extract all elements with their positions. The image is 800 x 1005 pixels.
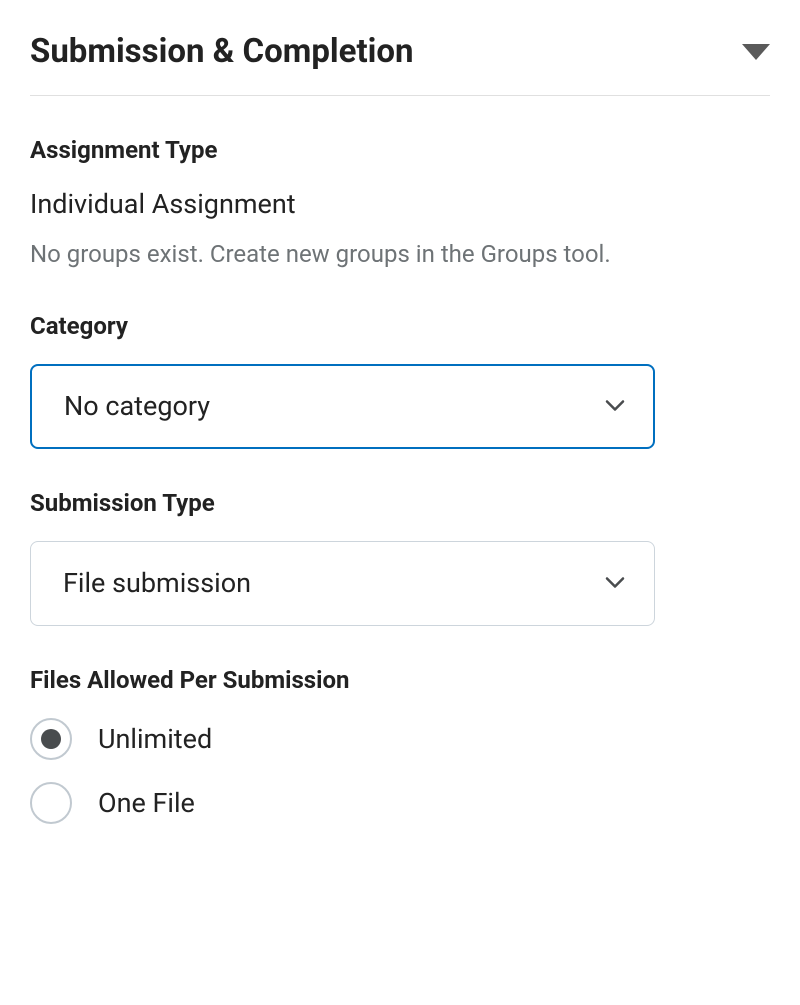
section-header[interactable]: Submission & Completion [30,32,770,96]
category-select-value: No category [64,390,210,422]
assignment-type-hint: No groups exist. Create new groups in th… [30,238,770,272]
radio-icon [30,782,72,824]
files-allowed-group: Files Allowed Per Submission Unlimited O… [30,666,770,824]
assignment-type-label: Assignment Type [30,136,770,164]
submission-type-group: Submission Type File submission [30,489,770,626]
category-label: Category [30,312,770,340]
radio-option-one-file[interactable]: One File [30,782,770,824]
submission-type-select[interactable]: File submission [30,541,655,626]
category-select[interactable]: No category [30,364,655,449]
assignment-type-value: Individual Assignment [30,188,770,220]
submission-type-select-wrapper: File submission [30,541,655,626]
files-allowed-radio-group: Unlimited One File [30,718,770,824]
category-select-wrapper: No category [30,364,655,449]
category-group: Category No category [30,312,770,449]
radio-option-unlimited[interactable]: Unlimited [30,718,770,760]
submission-type-label: Submission Type [30,489,770,517]
submission-type-select-value: File submission [63,567,251,599]
radio-label-unlimited: Unlimited [98,723,212,755]
collapse-icon [742,44,770,60]
section-title: Submission & Completion [30,32,414,71]
assignment-type-group: Assignment Type Individual Assignment No… [30,136,770,272]
files-allowed-label: Files Allowed Per Submission [30,666,770,694]
radio-icon [30,718,72,760]
radio-label-one-file: One File [98,787,195,819]
